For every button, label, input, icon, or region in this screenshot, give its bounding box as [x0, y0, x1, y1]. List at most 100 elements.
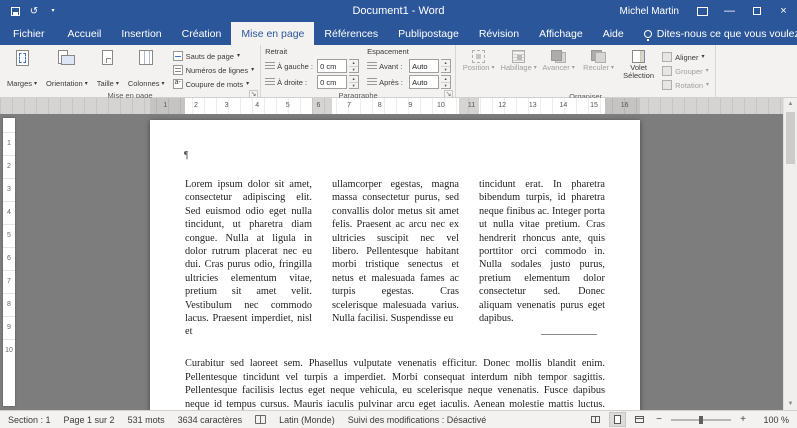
chevron-down-icon: ▾ [701, 54, 705, 60]
columns-button[interactable]: Colonnes ▾ [125, 47, 168, 90]
web-layout-icon [635, 416, 644, 423]
line-numbers-button[interactable]: Numéros de lignes ▾ [171, 64, 257, 76]
group-objects-icon [662, 66, 673, 76]
orientation-icon [58, 50, 76, 66]
restore-button[interactable] [743, 0, 770, 22]
tab-insertion[interactable]: Insertion [111, 22, 171, 45]
account-name[interactable]: Michel Martin [610, 6, 689, 17]
status-track-changes[interactable]: Suivi des modifications : Désactivé [348, 415, 487, 425]
close-button[interactable]: × [770, 0, 797, 22]
ribbon-empty-space [716, 45, 797, 97]
scroll-up-button[interactable]: ▲ [784, 98, 797, 110]
bring-forward-icon [551, 50, 567, 63]
chevron-down-icon: ▾ [34, 81, 38, 87]
undo-button[interactable]: ↺ [25, 2, 43, 20]
proofing-icon[interactable] [255, 415, 267, 424]
tab-accueil[interactable]: Accueil [58, 22, 112, 45]
document-canvas[interactable]: 12 34 56 78 9 10 ¶ Lorem ipsum dolor sit … [0, 114, 797, 410]
ribbon: Marges ▾ Orientation ▾ Taille ▾ Colonnes ▾ [0, 45, 797, 101]
spacing-after-input[interactable]: Auto [409, 75, 440, 89]
wrap-text-button[interactable]: Habillage ▾ [500, 47, 537, 91]
tab-affichage[interactable]: Affichage [529, 22, 593, 45]
hyphenation-button[interactable]: Coupure de mots ▾ [171, 78, 257, 90]
position-button[interactable]: Position ▾ [460, 47, 497, 91]
text-column-2[interactable]: ullamcorper egestas, magna massa consect… [332, 178, 459, 325]
status-character-count[interactable]: 3634 caractères [178, 415, 243, 425]
indent-left-input[interactable]: 0 cm [317, 59, 348, 73]
tab-aide[interactable]: Aide [593, 22, 634, 45]
send-backward-icon [591, 50, 607, 63]
indent-right-input[interactable]: 0 cm [317, 75, 348, 89]
breaks-button[interactable]: Sauts de page ▾ [171, 50, 257, 62]
qat-customize-button[interactable]: ▾ [44, 2, 62, 20]
save-button[interactable] [6, 2, 24, 20]
orientation-button[interactable]: Orientation ▾ [43, 47, 91, 90]
vertical-ruler[interactable]: 12 34 56 78 9 10 [3, 118, 15, 406]
size-button[interactable]: Taille ▾ [94, 47, 122, 90]
align-button[interactable]: Aligner ▾ [660, 51, 711, 63]
title-bar: ↺ ▾ Document1 - Word Michel Martin — × [0, 0, 797, 22]
selection-pane-icon [632, 50, 646, 63]
tab-references[interactable]: Références [314, 22, 388, 45]
send-backward-button[interactable]: Reculer ▾ [580, 47, 617, 91]
tell-me-box[interactable]: Dites-nous ce que vous voulez faire [634, 22, 797, 45]
restore-icon [752, 7, 761, 15]
status-section[interactable]: Section : 1 [8, 415, 51, 425]
undo-icon: ↺ [29, 5, 39, 17]
last-paragraph[interactable]: Curabitur sed laoreet sem. Phasellus vul… [185, 357, 605, 410]
rotate-button[interactable]: Rotation ▾ [660, 79, 711, 91]
status-word-count[interactable]: 531 mots [128, 415, 165, 425]
web-layout-button[interactable] [632, 413, 647, 426]
zoom-out-button[interactable]: − [654, 414, 664, 425]
text-column-1[interactable]: Lorem ipsum dolor sit amet, consectetur … [185, 178, 312, 339]
tab-creation[interactable]: Création [172, 22, 232, 45]
group-organiser: Position ▾ Habillage ▾ Avancer ▾ Reculer ▾ V… [456, 45, 717, 101]
chevron-down-icon: ▾ [491, 65, 495, 71]
indent-left-stepper[interactable]: ▴ ▾ [349, 59, 360, 73]
spacing-after-icon [367, 78, 378, 86]
scroll-thumb[interactable] [786, 112, 795, 164]
minimize-button[interactable]: — [716, 0, 743, 22]
tell-me-label: Dites-nous ce que vous voulez faire [656, 27, 797, 40]
spacing-before-label: Avant : [379, 61, 403, 71]
vertical-scrollbar[interactable]: ▲ ▼ [783, 98, 797, 410]
ruler-numbers: 1234 5678 9 10 11 12 13 14 15 16 [163, 102, 629, 109]
page-break-icon [172, 51, 183, 61]
spacing-after-stepper[interactable]: ▴ ▾ [441, 75, 452, 89]
indent-left-icon [265, 62, 276, 70]
text-column-3[interactable]: tincidunt erat. In pharetra bibendum tur… [479, 178, 605, 325]
size-label: Taille [96, 79, 114, 88]
chevron-down-icon: ▾ [533, 65, 537, 71]
ribbon-display-options-button[interactable] [689, 0, 716, 22]
zoom-slider-thumb[interactable] [699, 415, 703, 424]
zoom-level[interactable]: 100 % [755, 415, 789, 425]
scroll-down-button[interactable]: ▼ [784, 398, 797, 410]
read-mode-button[interactable] [588, 413, 603, 426]
indent-right-stepper[interactable]: ▴ ▾ [349, 75, 360, 89]
bring-forward-button[interactable]: Avancer ▾ [540, 47, 577, 91]
horizontal-ruler[interactable]: 1234 5678 9 10 11 12 13 14 15 16 [0, 98, 783, 114]
margins-button[interactable]: Marges ▾ [4, 47, 40, 90]
document-page[interactable]: ¶ Lorem ipsum dolor sit amet, consectetu… [150, 120, 640, 410]
tab-fichier[interactable]: Fichier [0, 22, 58, 45]
spacing-before-input[interactable]: Auto [409, 59, 440, 73]
tab-mise-en-page[interactable]: Mise en page [231, 22, 315, 45]
print-layout-button[interactable] [609, 412, 626, 427]
spacing-before-stepper[interactable]: ▴ ▾ [441, 59, 452, 73]
status-page[interactable]: Page 1 sur 2 [64, 415, 115, 425]
chevron-down-icon: ▾ [251, 67, 255, 73]
selection-pane-button[interactable]: Volet Sélection [620, 47, 657, 91]
chevron-down-icon: ▾ [84, 81, 88, 87]
tab-publipostage[interactable]: Publipostage [388, 22, 469, 45]
status-language[interactable]: Latin (Monde) [279, 415, 335, 425]
spacing-header: Espacement [367, 47, 409, 56]
ribbon-options-icon [697, 6, 708, 16]
zoom-in-button[interactable]: + [738, 414, 748, 425]
tab-revision[interactable]: Révision [469, 22, 529, 45]
spacing-before-icon [367, 62, 378, 70]
group-objects-button[interactable]: Grouper ▾ [660, 65, 711, 77]
indent-left-label: À gauche : [277, 61, 313, 71]
zoom-slider[interactable] [671, 415, 731, 424]
columns-label: Colonnes [127, 79, 160, 88]
status-bar: Section : 1 Page 1 sur 2 531 mots 3634 c… [0, 410, 797, 428]
